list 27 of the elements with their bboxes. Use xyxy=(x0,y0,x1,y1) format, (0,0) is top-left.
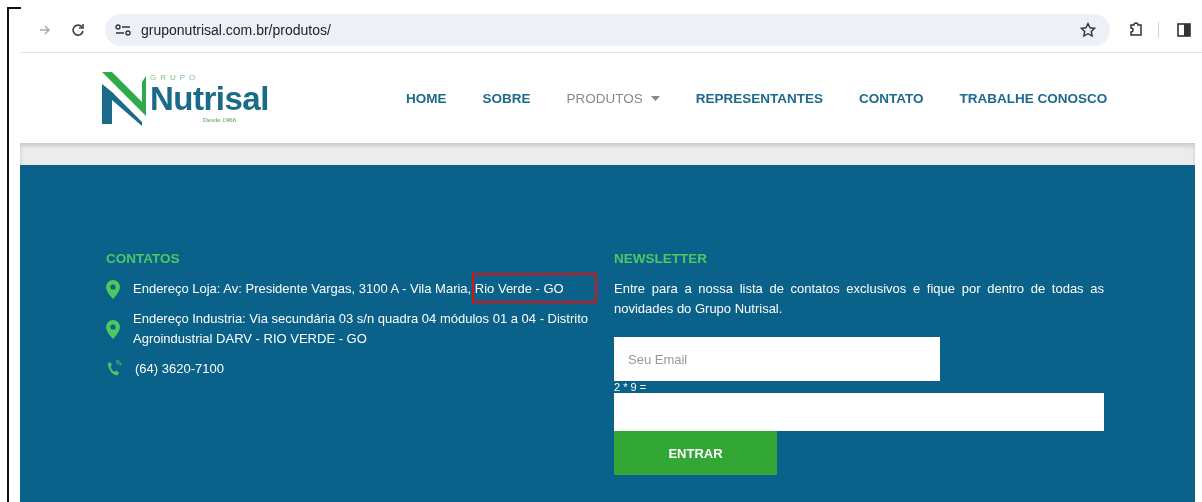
address-bar[interactable]: gruponutrisal.com.br/produtos/ xyxy=(105,14,1110,46)
site-settings-icon[interactable] xyxy=(115,24,131,36)
caret-icon xyxy=(650,95,660,101)
submit-button[interactable]: ENTRAR xyxy=(614,431,777,475)
url-text: gruponutrisal.com.br/produtos/ xyxy=(141,22,332,38)
phone-icon xyxy=(106,360,122,378)
contact-text: Endereço Loja: Av: Presidente Vargas, 3100 A - Vila Maria, Rio Verde - GO xyxy=(133,280,564,298)
extensions-icon[interactable] xyxy=(1128,22,1144,38)
map-pin-icon xyxy=(106,279,120,299)
section-heading: CONTATOS xyxy=(106,251,181,267)
nav-link[interactable]: SOBRE xyxy=(482,90,531,106)
captcha-field[interactable] xyxy=(614,393,1104,431)
contact-text: (64) 3620-7100 xyxy=(135,360,224,378)
contact-text: Endereço Industria: Via secundária 03 s/n quadra 04 módulos 01 a 04 - Distrito Agroindustrial DARV - RIO VERDE - GO xyxy=(133,310,590,348)
nav-link[interactable]: TRABALHE CONOSCO xyxy=(959,90,1108,106)
side-panel-icon[interactable] xyxy=(1177,23,1191,37)
bookmark-star-icon[interactable] xyxy=(1080,22,1096,38)
section-heading: NEWSLETTER xyxy=(614,251,707,267)
email-field[interactable]: Seu Email xyxy=(614,337,940,381)
nav-link[interactable]: HOME xyxy=(406,90,447,106)
nav-link[interactable]: REPRESENTANTES xyxy=(695,90,824,106)
captcha-label: 2 * 9 = xyxy=(614,382,647,393)
nav-link[interactable]: PRODUTOS xyxy=(566,90,660,106)
reload-icon[interactable] xyxy=(71,23,85,37)
map-pin-icon xyxy=(106,319,120,339)
newsletter-text: Entre para a nossa lista de contatos exclusivos e fique por dentro de todas as novidades do Grupo Nutrisal. xyxy=(614,280,1104,318)
nav-link[interactable]: CONTATO xyxy=(859,90,924,106)
